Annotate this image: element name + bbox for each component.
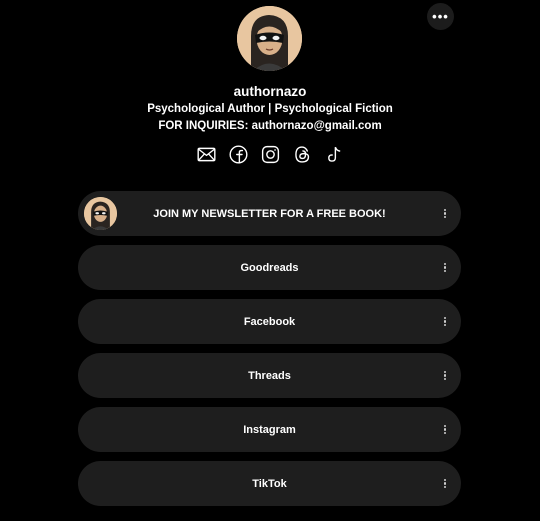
profile-username: authornazo — [233, 84, 307, 99]
tiktok-icon[interactable] — [323, 143, 345, 165]
link-options-icon[interactable] — [441, 299, 449, 344]
link-options-icon[interactable] — [441, 461, 449, 506]
link-instagram-button[interactable]: Instagram — [78, 407, 461, 452]
link-options-icon[interactable] — [441, 353, 449, 398]
instagram-icon[interactable] — [259, 143, 281, 165]
profile-bio-line-1: Psychological Author | Psychological Fic… — [147, 103, 393, 115]
threads-icon[interactable] — [291, 143, 313, 165]
social-icons-row — [0, 143, 540, 165]
link-label: Threads — [248, 369, 291, 382]
link-options-icon[interactable] — [441, 407, 449, 452]
link-label: TikTok — [252, 477, 287, 490]
link-tiktok-button[interactable]: TikTok — [78, 461, 461, 506]
profile-avatar — [237, 6, 302, 71]
link-label: Goodreads — [240, 261, 299, 274]
link-threads-button[interactable]: Threads — [78, 353, 461, 398]
link-newsletter-button[interactable]: JOIN MY NEWSLETTER FOR A FREE BOOK! — [78, 191, 461, 236]
more-options-button[interactable]: ••• — [427, 3, 454, 30]
link-goodreads-button[interactable]: Goodreads — [78, 245, 461, 290]
link-thumbnail — [84, 197, 117, 230]
link-facebook-button[interactable]: Facebook — [78, 299, 461, 344]
link-label: JOIN MY NEWSLETTER FOR A FREE BOOK! — [153, 207, 386, 220]
mail-icon[interactable] — [195, 143, 217, 165]
link-label: Facebook — [243, 315, 296, 328]
link-options-icon[interactable] — [441, 245, 449, 290]
link-options-icon[interactable] — [441, 191, 449, 236]
link-label: Instagram — [243, 423, 296, 436]
facebook-icon[interactable] — [227, 143, 249, 165]
profile-bio-line-2: FOR INQUIRIES: authornazo@gmail.com — [158, 120, 382, 132]
